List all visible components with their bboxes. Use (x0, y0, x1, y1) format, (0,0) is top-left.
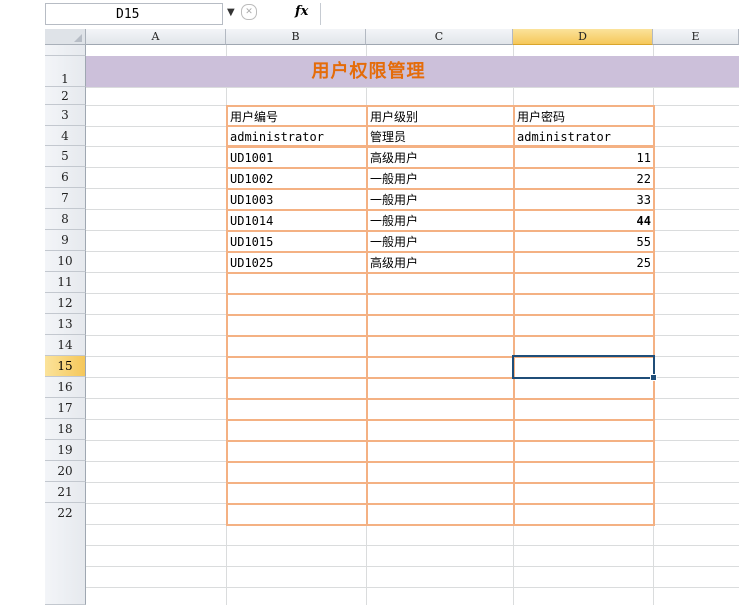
row-header-17[interactable]: 17 (45, 398, 86, 419)
header-cell-user-id[interactable]: 用户编号 (226, 105, 368, 127)
column-header-d[interactable]: D (513, 29, 653, 45)
empty-cell[interactable] (513, 293, 655, 316)
empty-cell[interactable] (366, 461, 515, 484)
name-box-dropdown-icon[interactable]: ▼ (227, 7, 235, 18)
empty-cell[interactable] (513, 503, 655, 526)
empty-cell[interactable] (226, 335, 368, 358)
name-box[interactable]: D15 (45, 3, 223, 25)
cell-c8[interactable]: 一般用户 (366, 209, 515, 232)
row-header-12[interactable]: 12 (45, 293, 86, 314)
empty-cell[interactable] (513, 272, 655, 295)
row-header-10[interactable]: 10 (45, 251, 86, 272)
cell-d9[interactable]: 55 (513, 230, 655, 253)
empty-cell[interactable] (226, 314, 368, 337)
row-header-7[interactable]: 7 (45, 188, 86, 209)
empty-cell[interactable] (366, 482, 515, 505)
empty-cell[interactable] (366, 440, 515, 463)
empty-cell[interactable] (513, 461, 655, 484)
row-header-22[interactable]: 22 (45, 503, 86, 605)
column-header-b[interactable]: B (226, 29, 366, 45)
cell-b6[interactable]: UD1002 (226, 167, 368, 190)
insert-function-icon[interactable]: fx (295, 4, 308, 19)
row-header-8[interactable]: 8 (45, 209, 86, 230)
cell-b9[interactable]: UD1015 (226, 230, 368, 253)
column-header-e[interactable]: E (653, 29, 739, 45)
cell-d8[interactable]: 44 (513, 209, 655, 232)
empty-cell[interactable] (226, 419, 368, 442)
cell-b8[interactable]: UD1014 (226, 209, 368, 232)
cell-d10[interactable]: 25 (513, 251, 655, 274)
formula-bar: D15 ▼ ✕ fx (45, 0, 739, 30)
empty-cell[interactable] (226, 377, 368, 400)
row-header-20[interactable]: 20 (45, 461, 86, 482)
row-header-6[interactable]: 6 (45, 167, 86, 188)
empty-cell[interactable] (366, 419, 515, 442)
header-cell-user-level[interactable]: 用户级别 (366, 105, 515, 127)
formula-divider (320, 3, 321, 25)
empty-cell[interactable] (366, 503, 515, 526)
empty-cell[interactable] (226, 482, 368, 505)
name-box-value: D15 (116, 7, 140, 22)
column-header-c[interactable]: C (366, 29, 513, 45)
empty-cell[interactable] (513, 377, 655, 400)
empty-cell[interactable] (226, 272, 368, 295)
sheet-title[interactable]: 用户权限管理 (225, 56, 512, 87)
row-header-1[interactable]: 1 (45, 56, 86, 87)
row-header-21[interactable]: 21 (45, 482, 86, 503)
cell-c9[interactable]: 一般用户 (366, 230, 515, 253)
row-header-2[interactable]: 2 (45, 87, 86, 105)
empty-cell[interactable] (366, 356, 515, 379)
cancel-icon[interactable]: ✕ (241, 4, 257, 20)
empty-cell[interactable] (366, 335, 515, 358)
cell-b5[interactable]: UD1001 (226, 146, 368, 169)
empty-cell[interactable] (513, 314, 655, 337)
empty-cell[interactable] (226, 440, 368, 463)
column-header-a[interactable]: A (86, 29, 226, 45)
empty-cell[interactable] (366, 314, 515, 337)
header-cell-user-password[interactable]: 用户密码 (513, 105, 655, 127)
empty-cell[interactable] (366, 377, 515, 400)
cell-d7[interactable]: 33 (513, 188, 655, 211)
row-header-11[interactable]: 11 (45, 272, 86, 293)
empty-cell[interactable] (513, 419, 655, 442)
empty-cell[interactable] (226, 503, 368, 526)
row-header-13[interactable]: 13 (45, 314, 86, 335)
empty-cell[interactable] (226, 398, 368, 421)
formula-input[interactable] (323, 3, 739, 25)
row-header-5[interactable]: 5 (45, 146, 86, 167)
cell-c6[interactable]: 一般用户 (366, 167, 515, 190)
row-header-9[interactable]: 9 (45, 230, 86, 251)
active-cell-selection[interactable] (512, 355, 657, 381)
row-header-14[interactable]: 14 (45, 335, 86, 356)
empty-cell[interactable] (226, 461, 368, 484)
cell-c10[interactable]: 高级用户 (366, 251, 515, 274)
select-all-button[interactable] (45, 29, 86, 45)
row-header-4[interactable]: 4 (45, 126, 86, 146)
empty-cell[interactable] (513, 398, 655, 421)
cell-b7[interactable]: UD1003 (226, 188, 368, 211)
cell-c7[interactable]: 一般用户 (366, 188, 515, 211)
empty-cell[interactable] (226, 356, 368, 379)
cell-d5[interactable]: 11 (513, 146, 655, 169)
empty-cell[interactable] (513, 440, 655, 463)
row-header-15[interactable]: 15 (45, 356, 86, 377)
empty-cell[interactable] (226, 293, 368, 316)
cell-d4[interactable]: administrator (513, 125, 655, 147)
cell-c5[interactable]: 高级用户 (366, 146, 515, 169)
row-header-0 (45, 45, 86, 56)
row-header-16[interactable]: 16 (45, 377, 86, 398)
cell-d6[interactable]: 22 (513, 167, 655, 190)
row-header-19[interactable]: 19 (45, 440, 86, 461)
cell-b10[interactable]: UD1025 (226, 251, 368, 274)
empty-cell[interactable] (366, 293, 515, 316)
cell-b4[interactable]: administrator (226, 125, 368, 147)
cell-c4[interactable]: 管理员 (366, 125, 515, 147)
row-header-3[interactable]: 3 (45, 105, 86, 126)
empty-cell[interactable] (366, 398, 515, 421)
row-header-18[interactable]: 18 (45, 419, 86, 440)
empty-cell[interactable] (366, 272, 515, 295)
empty-cell[interactable] (513, 482, 655, 505)
